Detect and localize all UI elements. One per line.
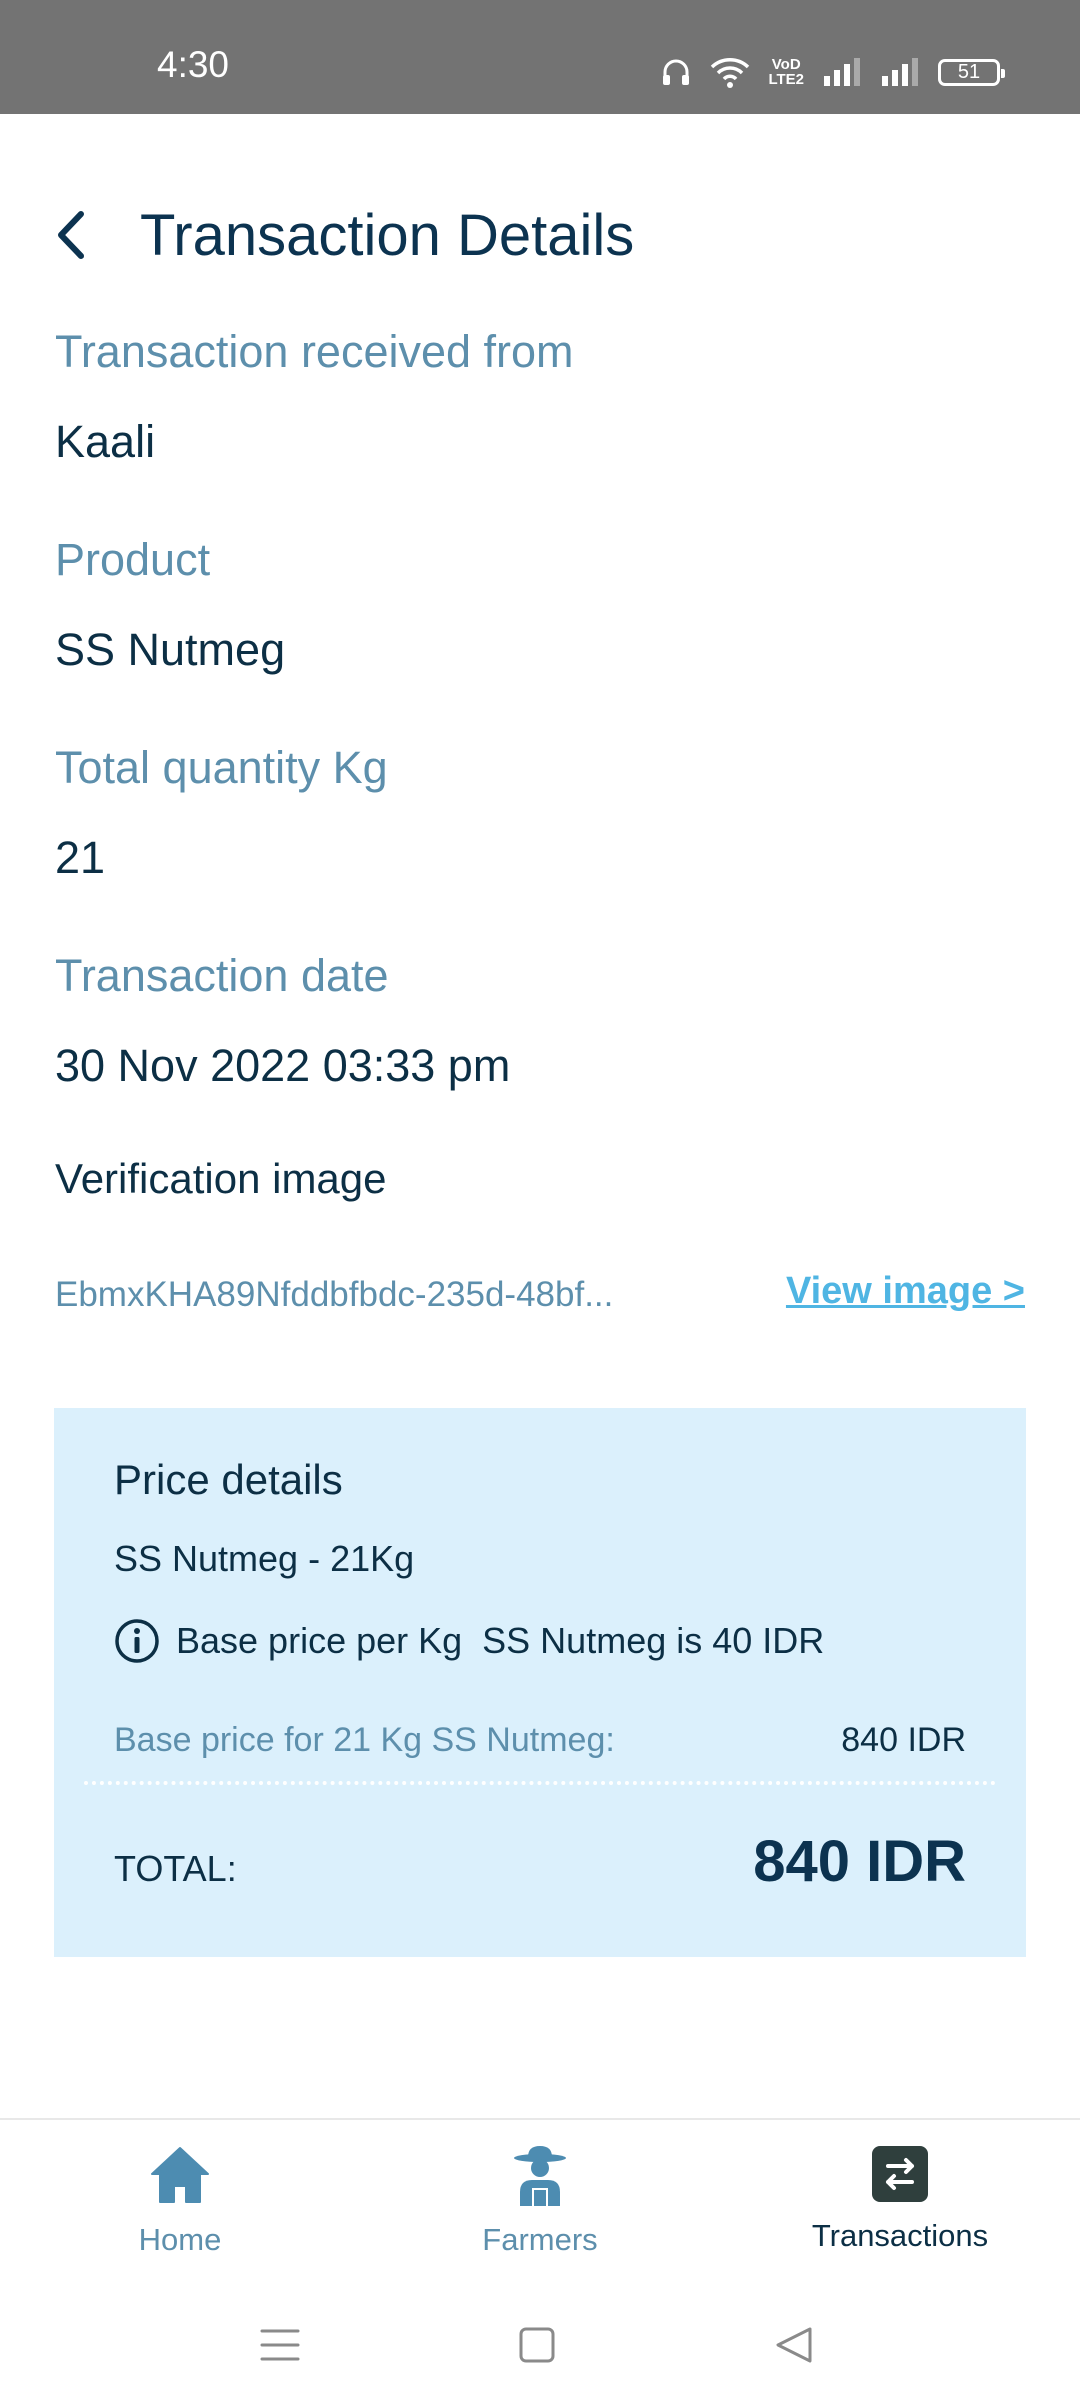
menu-icon — [260, 2329, 300, 2361]
status-bar: 4:30 VoD LTE2 51 — [0, 0, 1080, 114]
received-from-value: Kaali — [55, 416, 156, 467]
price-details-title: Price details — [114, 1456, 343, 1503]
status-icons: VoD LTE2 51 — [660, 52, 1005, 92]
transaction-date-label: Transaction date — [55, 950, 389, 1001]
back-button[interactable] — [40, 200, 100, 270]
base-price-info: Base price per Kg SS Nutmeg is 40 IDR — [114, 1618, 824, 1664]
transactions-icon — [872, 2146, 928, 2202]
battery-icon: 51 — [938, 58, 1005, 86]
dotted-divider — [84, 1781, 996, 1785]
base-price-info-text: Base price per Kg SS Nutmeg is 40 IDR — [176, 1620, 825, 1661]
nav-farmers[interactable]: Farmers — [410, 2144, 670, 2258]
price-summary: SS Nutmeg - 21Kg — [114, 1538, 415, 1579]
farmer-icon — [514, 2146, 566, 2206]
quantity-label: Total quantity Kg — [55, 742, 388, 793]
volte-bottom: LTE2 — [768, 71, 804, 88]
nav-transactions[interactable]: Transactions — [770, 2144, 1030, 2254]
app-header: Transaction Details — [0, 190, 1080, 280]
headphones-icon — [660, 56, 692, 88]
base-price-label: Base price for 21 Kg SS Nutmeg: — [114, 1721, 615, 1759]
nav-home-label: Home — [138, 2222, 222, 2257]
received-from-label: Transaction received from — [55, 326, 574, 377]
product-value: SS Nutmeg — [55, 624, 286, 675]
quantity-value: 21 — [55, 832, 106, 883]
status-time: 4:30 — [157, 44, 230, 85]
base-price-row: Base price for 21 Kg SS Nutmeg: 840 IDR — [114, 1721, 966, 1760]
verification-image-label: Verification image — [55, 1155, 387, 1202]
signal-icon — [880, 56, 920, 88]
volte-top: VoD — [771, 56, 801, 73]
transaction-date-value: 30 Nov 2022 03:33 pm — [55, 1040, 511, 1091]
home-icon — [151, 2147, 209, 2203]
total-amount: 840 IDR — [753, 1829, 966, 1894]
view-image-link[interactable]: View image > — [786, 1270, 1025, 1313]
nav-home[interactable]: Home — [50, 2144, 310, 2258]
base-price-amount: 840 IDR — [841, 1721, 966, 1759]
back-system-button[interactable] — [764, 2315, 824, 2375]
page-title: Transaction Details — [140, 203, 635, 268]
bottom-nav: Home Farmers Transactions — [0, 2118, 1080, 2270]
info-icon — [115, 1619, 159, 1663]
recent-apps-button[interactable] — [250, 2315, 310, 2375]
product-label: Product — [55, 534, 211, 585]
verification-image-id: EbmxKHA89Nfddbfbdc-235d-48bf... — [55, 1275, 614, 1314]
price-details-card: Price details SS Nutmeg - 21Kg Base pric… — [54, 1408, 1026, 1957]
home-system-button[interactable] — [507, 2315, 567, 2375]
wifi-icon — [710, 55, 750, 89]
system-nav-bar — [0, 2275, 1080, 2400]
volte-icon: VoD LTE2 — [768, 57, 804, 87]
triangle-back-icon — [776, 2327, 812, 2363]
signal-icon — [822, 56, 862, 88]
square-icon — [519, 2327, 555, 2363]
nav-transactions-label: Transactions — [811, 2218, 989, 2253]
nav-farmers-label: Farmers — [482, 2222, 598, 2257]
total-label: TOTAL: — [114, 1848, 237, 1889]
chevron-left-icon — [58, 211, 84, 259]
